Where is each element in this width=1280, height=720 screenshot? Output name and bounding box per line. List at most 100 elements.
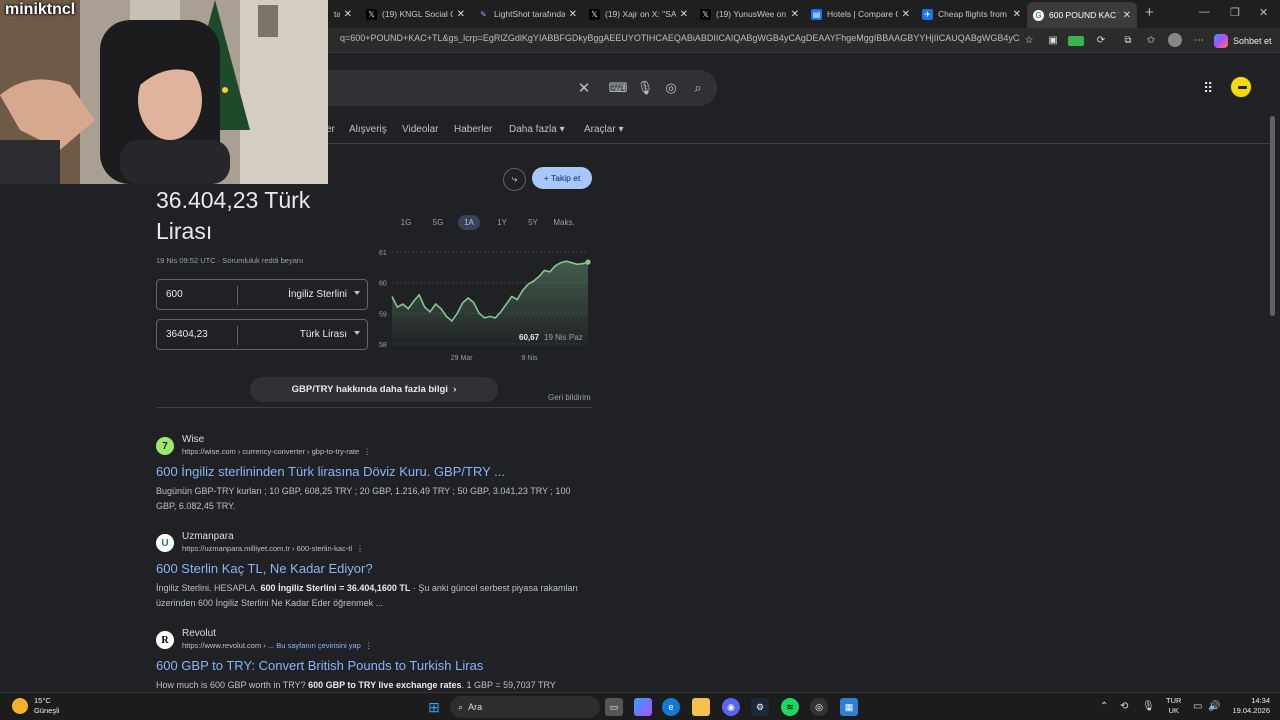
more-vert-icon[interactable]: ⋮	[363, 447, 371, 456]
search-result: U Uzmanpara https://uzmanpara.milliyet.c…	[156, 531, 596, 614]
volume-icon[interactable]: 🔊	[1208, 701, 1220, 712]
dropdown-arrow-icon[interactable]	[354, 291, 360, 295]
close-icon[interactable]: ✕	[1123, 10, 1131, 21]
tab-lightshot-1[interactable]: tarafından ✕	[328, 3, 358, 25]
more-icon[interactable]: ⋯	[1192, 33, 1206, 47]
close-icon[interactable]: ✕	[344, 9, 352, 20]
discord-icon[interactable]: ◉	[722, 698, 740, 716]
result-site-name[interactable]: Uzmanpara	[182, 531, 234, 542]
system-clock[interactable]: 14:34 19.04.2026	[1224, 696, 1270, 716]
nav-tab-news[interactable]: Haberler	[454, 124, 492, 135]
apps-grid-icon[interactable]: ⠿	[1203, 80, 1213, 97]
maximize-icon[interactable]: ❐	[1230, 6, 1240, 19]
microphone-icon[interactable]: 🎙	[1142, 701, 1155, 712]
app-icon[interactable]: ▦	[840, 698, 858, 716]
result-title-link[interactable]: 600 İngiliz sterlininden Türk lirasına D…	[156, 464, 505, 479]
nav-tab-more[interactable]: Daha fazla ▾	[509, 124, 565, 135]
profile-icon[interactable]	[1168, 33, 1182, 47]
tab-kngl[interactable]: 𝕏 (19) KNGL Social Co ✕	[360, 3, 471, 25]
from-currency-select[interactable]: İngiliz Sterlini	[288, 289, 347, 300]
search-icon[interactable]: ⌕	[690, 80, 706, 96]
to-amount[interactable]: 36404,23	[166, 329, 208, 340]
star-icon[interactable]: ☆	[1022, 33, 1036, 47]
result-title-link[interactable]: 600 Sterlin Kaç TL, Ne Kadar Ediyor?	[156, 561, 373, 576]
copilot-chat-button[interactable]: Sohbet et	[1214, 32, 1272, 49]
tab-lightshot-2[interactable]: ✎ LightShot tarafından ✕	[472, 3, 583, 25]
more-vert-icon[interactable]: ⋮	[356, 544, 364, 553]
start-windows-icon[interactable]: ⊞	[425, 698, 443, 716]
feedback-link[interactable]: Geri bildirim	[548, 393, 591, 402]
nav-tab-videos[interactable]: Videolar	[402, 124, 439, 135]
file-explorer-icon[interactable]	[692, 698, 710, 716]
close-icon[interactable]: ✕	[1013, 9, 1021, 20]
tab-yunuswee[interactable]: 𝕏 (19) YunusWee on X ✕	[694, 3, 805, 25]
task-view-icon[interactable]: ▭	[605, 698, 623, 716]
tab-xajr[interactable]: 𝕏 (19) Xajr on X: "SAD ✕	[583, 3, 694, 25]
more-vert-icon[interactable]: ⋮	[365, 641, 373, 650]
split-screen-icon[interactable]: ⧉	[1121, 33, 1135, 47]
search-input[interactable]: ✕ ⌨ 🎙 ◎ ⌕	[300, 70, 717, 106]
range-1g[interactable]: 1G	[396, 215, 416, 230]
result-title-link[interactable]: 600 GBP to TRY: Convert British Pounds t…	[156, 658, 483, 673]
share-icon[interactable]: ⤷	[503, 168, 526, 191]
result-url[interactable]: https://uzmanpara.milliyet.com.tr › 600-…	[182, 544, 364, 553]
taskbar-search[interactable]: ⌕ Ara	[450, 696, 600, 718]
close-icon[interactable]: ✕	[791, 9, 799, 20]
close-icon[interactable]: ✕	[569, 9, 577, 20]
steam-icon[interactable]: ⚙	[751, 698, 769, 716]
window-close-icon[interactable]: ✕	[1259, 6, 1268, 19]
clear-icon[interactable]: ✕	[576, 80, 592, 97]
game-icon[interactable]: ◎	[810, 698, 828, 716]
translate-link[interactable]: Bu sayfanın çevirisini yap	[276, 641, 361, 650]
extension-green-icon[interactable]	[1068, 36, 1084, 46]
result-site-name[interactable]: Revolut	[182, 628, 216, 639]
minimize-icon[interactable]: —	[1199, 6, 1210, 18]
exchange-rate-chart[interactable]: 58 59 60 61 29 Mar 9 Nis 60,67 19 Nis Paz	[372, 244, 594, 364]
url-field[interactable]: q=600+POUND+KAC+TL&gs_lcrp=EgRlZGdlKgYIA…	[340, 33, 1020, 43]
close-icon[interactable]: ✕	[680, 9, 688, 20]
close-icon[interactable]: ✕	[457, 9, 465, 20]
lens-icon[interactable]: ◎	[663, 80, 679, 96]
to-currency-select[interactable]: Türk Lirası	[300, 329, 347, 340]
avatar[interactable]	[1230, 76, 1252, 98]
tab-hotels[interactable]: ▤ Hotels | Compare Ch ✕	[805, 3, 916, 25]
chevron-up-icon[interactable]: ⌃	[1100, 701, 1108, 712]
tab-flights[interactable]: ✈ Cheap flights from ✕	[916, 3, 1027, 25]
tab-active-search[interactable]: G 600 POUND KAC TL ✕	[1027, 2, 1137, 28]
flights-icon: ✈	[922, 8, 933, 20]
spotify-icon[interactable]: ≋	[781, 698, 799, 716]
result-url[interactable]: https://www.revolut.com › ... Bu sayfanı…	[182, 641, 373, 650]
follow-button[interactable]: + Takip et	[532, 167, 592, 189]
to-currency-field[interactable]: 36404,23 Türk Lirası	[156, 319, 368, 350]
range-1a[interactable]: 1A	[458, 215, 480, 230]
keyboard-icon[interactable]: ⌨	[609, 80, 628, 96]
favorites-icon[interactable]: ✩	[1144, 33, 1158, 47]
extension-icon[interactable]: ▣	[1046, 33, 1060, 47]
close-icon[interactable]: ✕	[902, 9, 910, 20]
tray-app-icon[interactable]: ⟲	[1120, 701, 1128, 712]
dropdown-arrow-icon[interactable]	[354, 331, 360, 335]
range-1y[interactable]: 1Y	[492, 215, 512, 230]
copilot-icon[interactable]	[634, 698, 652, 716]
microphone-icon[interactable]: 🎙	[637, 80, 654, 96]
result-url[interactable]: https://wise.com › currency-converter › …	[182, 447, 371, 456]
range-5y[interactable]: 5Y	[523, 215, 543, 230]
new-tab-plus-icon[interactable]: +	[1145, 4, 1154, 21]
snippet-part: How much is 600 GBP worth in TRY?	[156, 680, 309, 690]
snippet-part: . 1 GBP = 59,7037 TRY	[461, 680, 556, 690]
edge-icon[interactable]: e	[662, 698, 680, 716]
more-info-button[interactable]: GBP/TRY hakkında daha fazla bilgi ›	[250, 377, 498, 402]
range-5g[interactable]: 5G	[428, 215, 448, 230]
nav-tab-shopping[interactable]: Alışveriş	[349, 124, 387, 135]
network-icon[interactable]: ▭	[1193, 701, 1202, 712]
page-scrollbar[interactable]	[1270, 116, 1275, 316]
nav-tab-tools[interactable]: Araçlar ▾	[584, 124, 624, 135]
chart-y-tick-label: 61	[379, 250, 387, 257]
puzzle-icon[interactable]: ⟳	[1094, 33, 1108, 47]
result-site-name[interactable]: Wise	[182, 434, 204, 445]
from-amount[interactable]: 600	[166, 289, 183, 300]
weather-widget[interactable]: 15°C Güneşli	[12, 696, 59, 716]
from-currency-field[interactable]: 600 İngiliz Sterlini	[156, 279, 368, 310]
range-max[interactable]: Maks.	[550, 215, 578, 230]
language-indicator[interactable]: TUR UK	[1166, 696, 1181, 716]
